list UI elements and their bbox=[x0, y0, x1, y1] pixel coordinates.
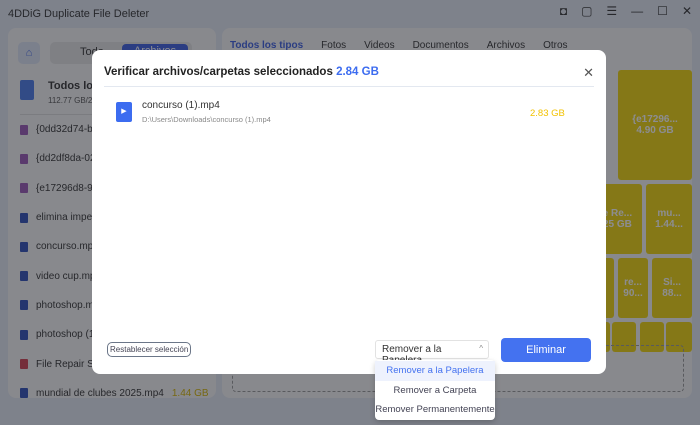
menu-option[interactable]: Remover Permanentemente bbox=[375, 400, 495, 420]
delete-button[interactable]: Eliminar bbox=[501, 338, 591, 362]
menu-option[interactable]: Remover a la Papelera bbox=[375, 361, 495, 381]
remove-mode-select[interactable]: Remover a la Papelera^ bbox=[375, 340, 489, 366]
verify-dialog: Verificar archivos/carpetas seleccionado… bbox=[92, 50, 606, 374]
total-size: 2.84 GB bbox=[336, 66, 379, 78]
chevron-up-icon: ^ bbox=[479, 344, 483, 353]
file-path: D:\Users\Downloads\concurso (1).mp4 bbox=[142, 115, 271, 124]
remove-mode-menu: Remover a la Papelera Remover a Carpeta Re… bbox=[375, 360, 495, 420]
dialog-title: Verificar archivos/carpetas seleccionado… bbox=[104, 66, 379, 78]
divider bbox=[104, 86, 594, 87]
file-name: concurso (1).mp4 bbox=[142, 100, 220, 111]
video-file-icon: ▶ bbox=[116, 102, 132, 122]
file-size: 2.83 GB bbox=[530, 108, 565, 119]
menu-option[interactable]: Remover a Carpeta bbox=[375, 381, 495, 401]
reset-selection-button[interactable]: Restablecer selección bbox=[107, 342, 192, 357]
close-icon[interactable]: ✕ bbox=[583, 65, 594, 81]
